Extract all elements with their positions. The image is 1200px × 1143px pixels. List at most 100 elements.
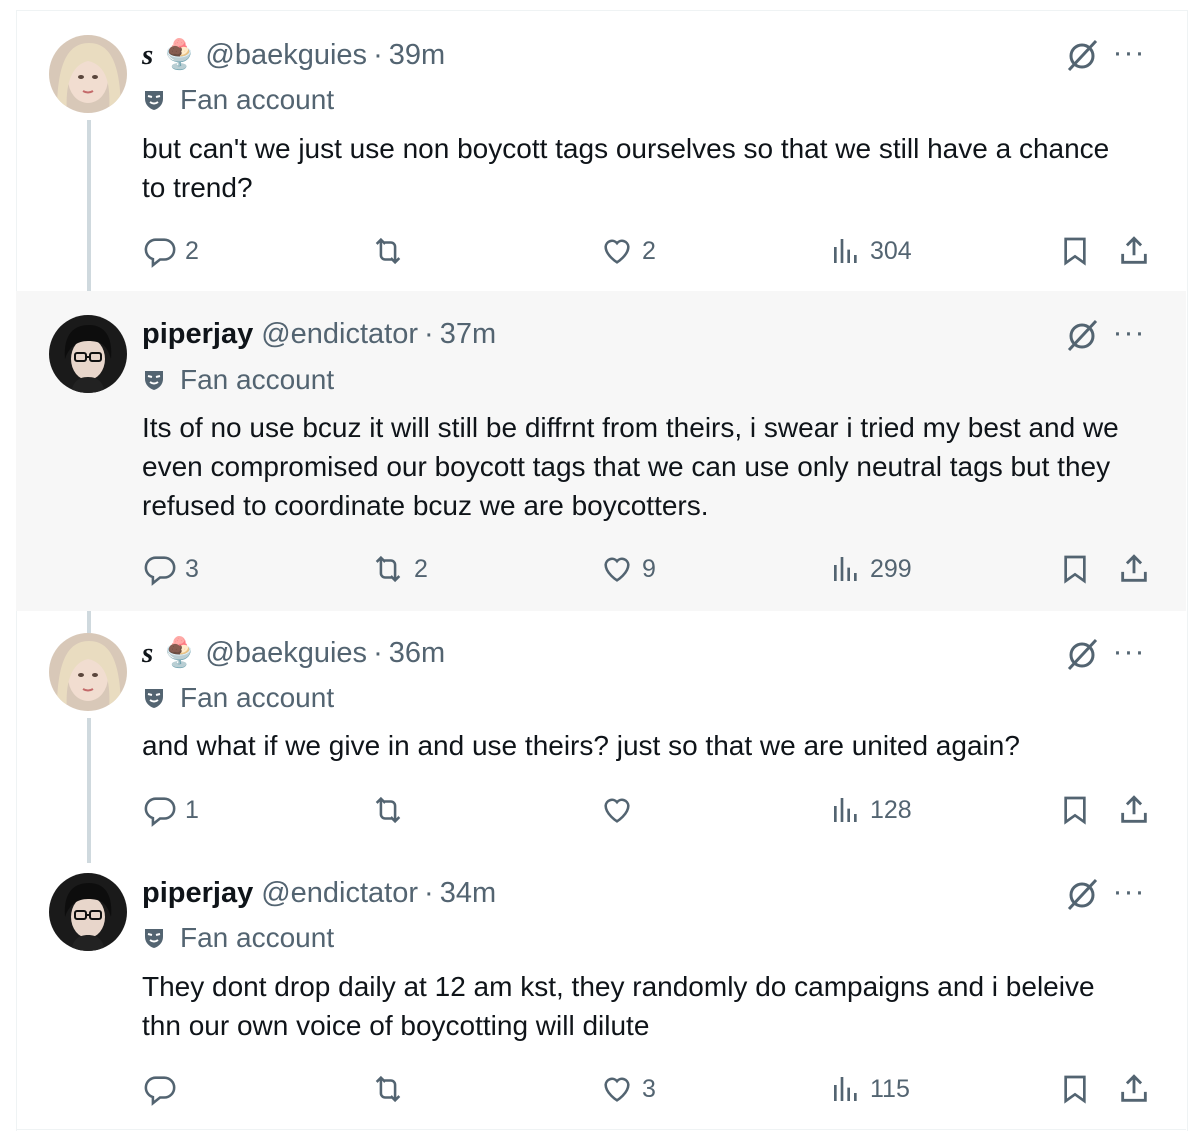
more-icon[interactable]: ···	[1112, 35, 1146, 71]
share-button[interactable]	[1117, 231, 1151, 271]
tweet[interactable]: s 🍨 @baekguies · 39m ··· Fan account but…	[16, 20, 1186, 291]
display-name[interactable]: s	[142, 39, 153, 72]
reply-count: 1	[185, 795, 199, 824]
user-handle[interactable]: @endictator	[261, 318, 418, 351]
like-count: 2	[642, 236, 656, 265]
label-text: Fan account	[180, 922, 335, 953]
heart-icon	[604, 557, 630, 582]
grok-icon[interactable]	[1064, 37, 1100, 73]
views-icon	[834, 1077, 857, 1101]
bookmark-button[interactable]	[1059, 1069, 1091, 1109]
tweet-header: piperjay @endictator · 37m	[142, 314, 496, 354]
label-text: Fan account	[180, 84, 335, 115]
reply-button[interactable]: 3	[143, 549, 199, 589]
views-button[interactable]: 304	[830, 231, 912, 271]
display-name[interactable]: piperjay	[142, 318, 253, 351]
share-button[interactable]	[1117, 1069, 1151, 1109]
like-button[interactable]: 9	[600, 549, 656, 589]
avatar-image	[49, 873, 127, 951]
user-handle[interactable]: @baekguies	[205, 39, 367, 72]
timestamp[interactable]: 36m	[389, 637, 445, 670]
timestamp[interactable]: 39m	[389, 39, 445, 72]
fan-account-label: Fan account	[142, 82, 334, 118]
display-name[interactable]: s	[142, 637, 153, 670]
repost-icon	[375, 237, 401, 265]
bookmark-button[interactable]	[1059, 549, 1091, 589]
grok-icon[interactable]	[1064, 317, 1100, 353]
views-button[interactable]: 128	[830, 790, 912, 830]
views-icon	[834, 798, 857, 822]
label-text: Fan account	[180, 682, 335, 713]
tweet-header: s 🍨 @baekguies · 39m	[142, 35, 445, 75]
like-button[interactable]: 3	[600, 1069, 656, 1109]
display-name[interactable]: piperjay	[142, 877, 253, 910]
more-icon[interactable]: ···	[1112, 874, 1146, 910]
repost-button[interactable]	[370, 1069, 414, 1109]
like-button[interactable]: 2	[600, 231, 656, 271]
repost-icon	[375, 796, 401, 824]
user-handle[interactable]: @baekguies	[205, 637, 367, 670]
share-icon	[1121, 1074, 1147, 1102]
tweet[interactable]: piperjay @endictator · 37m ··· Fan accou…	[16, 291, 1186, 611]
timestamp[interactable]: 37m	[440, 318, 496, 351]
like-button[interactable]	[600, 790, 642, 830]
like-count: 3	[642, 1074, 656, 1103]
more-icon[interactable]: ···	[1112, 634, 1146, 670]
tweet[interactable]: piperjay @endictator · 34m ··· Fan accou…	[16, 861, 1186, 1129]
grok-icon[interactable]	[1064, 876, 1100, 912]
heart-icon	[604, 239, 630, 264]
reply-button[interactable]: 1	[143, 790, 199, 830]
display-name-emoji: 🍨	[161, 637, 198, 669]
bookmark-button[interactable]	[1059, 790, 1091, 830]
views-count: 115	[870, 1074, 910, 1103]
tweet-actions: 2 2 304	[16, 231, 1186, 271]
share-button[interactable]	[1117, 549, 1151, 589]
repost-count: 2	[414, 554, 428, 583]
reply-button[interactable]: 2	[143, 231, 199, 271]
label-text: Fan account	[180, 364, 335, 395]
bookmark-icon	[1064, 1075, 1086, 1104]
avatar[interactable]	[49, 35, 127, 113]
share-icon	[1121, 795, 1147, 823]
reply-button[interactable]	[143, 1069, 185, 1109]
grok-icon[interactable]	[1064, 636, 1100, 672]
tweet-actions: 3 2 9 299	[16, 549, 1186, 589]
repost-button[interactable]: 2	[370, 549, 428, 589]
repost-icon	[375, 555, 401, 583]
mask-icon	[145, 929, 163, 948]
share-button[interactable]	[1117, 790, 1151, 830]
bookmark-button[interactable]	[1059, 231, 1091, 271]
mask-icon	[145, 91, 163, 110]
tweet[interactable]: s 🍨 @baekguies · 36m ··· Fan account and…	[16, 611, 1186, 861]
separator: ·	[424, 876, 434, 909]
timestamp[interactable]: 34m	[440, 877, 496, 910]
more-icon[interactable]: ···	[1112, 315, 1146, 351]
avatar[interactable]	[49, 633, 127, 711]
user-handle[interactable]: @endictator	[261, 877, 418, 910]
tweet-text: but can't we just use non boycott tags o…	[142, 133, 1110, 203]
bookmark-icon	[1064, 237, 1086, 266]
views-count: 299	[870, 554, 912, 583]
avatar-image	[49, 35, 127, 113]
tweet-text: Its of no use bcuz it will still be diff…	[142, 412, 1119, 521]
views-icon	[834, 239, 857, 263]
reply-icon	[144, 556, 176, 586]
views-button[interactable]: 115	[830, 1069, 910, 1109]
reply-count: 3	[185, 554, 199, 583]
fan-account-label: Fan account	[142, 680, 334, 716]
separator: ·	[424, 317, 434, 350]
tweet-text: and what if we give in and use theirs? j…	[142, 730, 1020, 761]
avatar[interactable]	[49, 315, 127, 393]
mask-icon	[145, 371, 163, 390]
reply-icon	[144, 797, 176, 827]
fan-account-label: Fan account	[142, 920, 334, 956]
tweet-actions: 3 115	[16, 1069, 1186, 1109]
views-button[interactable]: 299	[830, 549, 912, 589]
tweet-text: They dont drop daily at 12 am kst, they …	[142, 971, 1095, 1041]
heart-icon	[604, 1077, 630, 1102]
views-count: 304	[870, 236, 912, 265]
avatar[interactable]	[49, 873, 127, 951]
repost-button[interactable]	[370, 790, 414, 830]
repost-button[interactable]	[370, 231, 414, 271]
separator: ·	[373, 636, 383, 669]
